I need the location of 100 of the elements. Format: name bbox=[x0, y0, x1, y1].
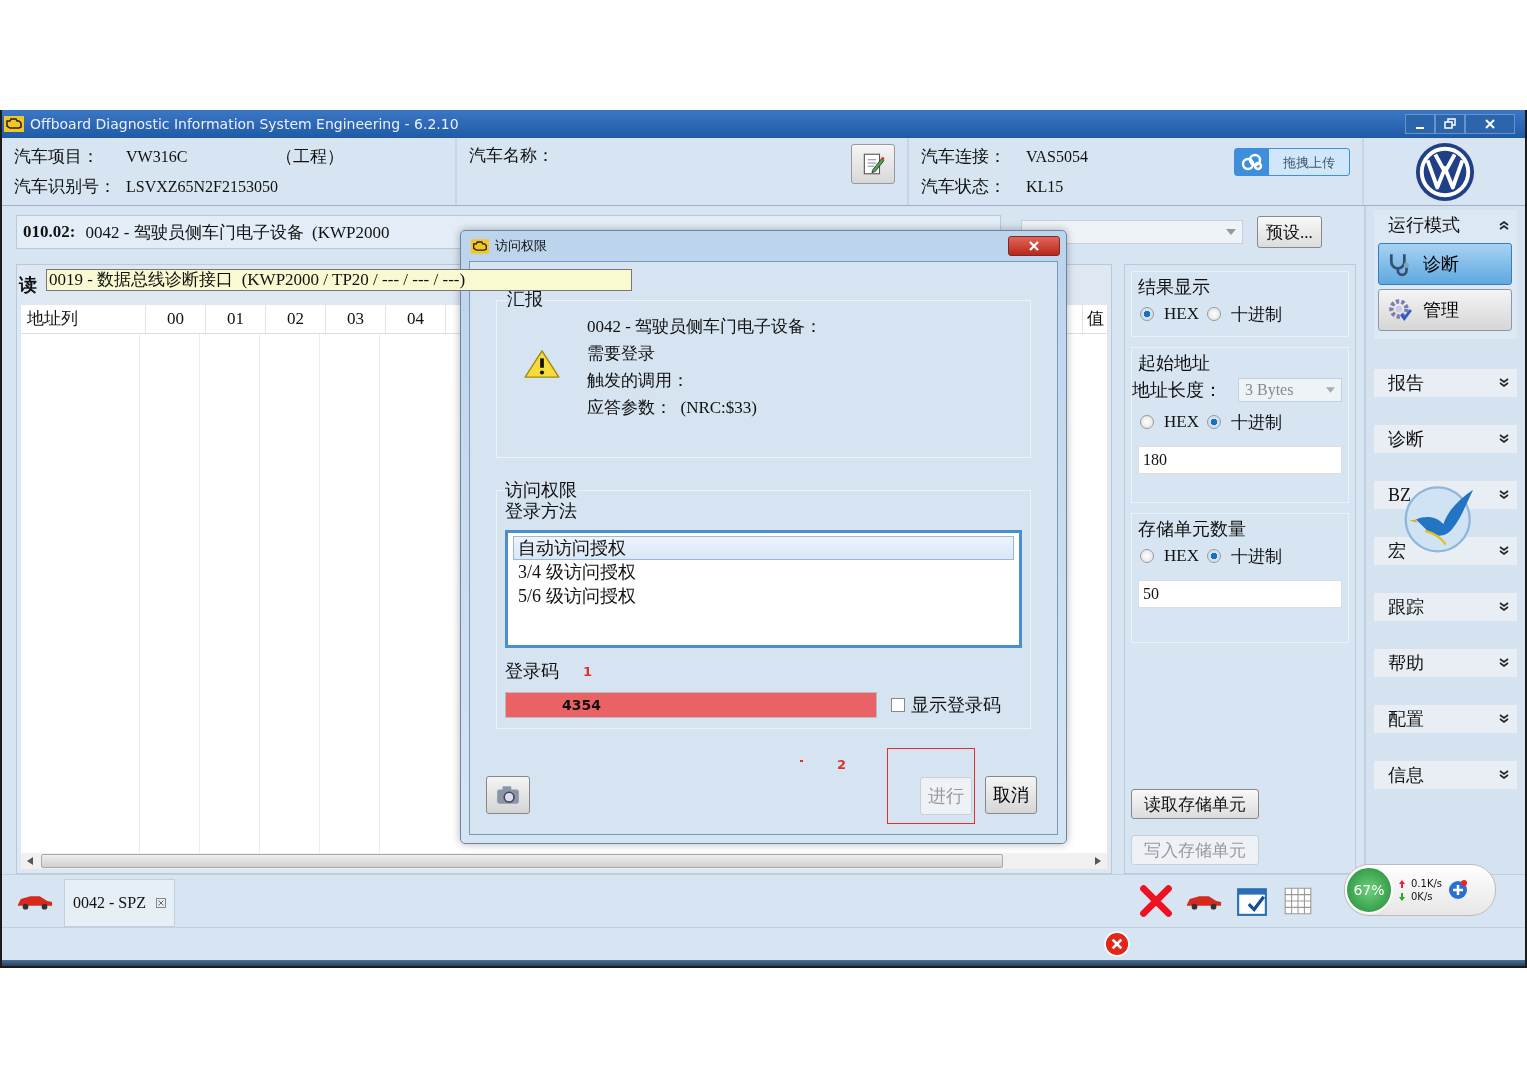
upload-arrow-icon bbox=[1399, 879, 1405, 888]
group-title: 汇报 bbox=[507, 289, 543, 309]
column-header: 地址列 bbox=[21, 305, 146, 333]
cross-icon[interactable] bbox=[1139, 884, 1173, 918]
group-title: 存储单元数量 bbox=[1138, 518, 1247, 540]
list-item[interactable]: 5/6 级访问授权 bbox=[513, 584, 1014, 608]
close-icon[interactable] bbox=[155, 898, 166, 908]
field-label: 登录码 bbox=[505, 660, 559, 683]
field-value: LSVXZ65N2F2153050 bbox=[126, 177, 278, 197]
restore-icon bbox=[1444, 118, 1456, 130]
address-field[interactable]: 180 bbox=[1138, 446, 1342, 474]
radio-label: 十进制 bbox=[1230, 545, 1282, 568]
caret-icon bbox=[1326, 387, 1335, 393]
sidebar-section[interactable]: 诊断 bbox=[1374, 425, 1517, 453]
field-value: KL15 bbox=[1026, 177, 1065, 197]
column-header: 01 bbox=[206, 305, 266, 333]
scroll-left-icon[interactable] bbox=[27, 857, 33, 865]
restore-button[interactable] bbox=[1435, 114, 1465, 134]
usage-gauge: 67% bbox=[1345, 866, 1393, 914]
checkbox-label: 显示登录码 bbox=[911, 694, 1001, 717]
field-label: 汽车状态： bbox=[921, 176, 1007, 198]
engine-icon bbox=[4, 116, 24, 132]
emblem-icon bbox=[1413, 140, 1476, 203]
field-value: VAS5054 bbox=[1026, 147, 1089, 167]
sidebar-section[interactable]: 配置 bbox=[1374, 705, 1517, 733]
column-header: 02 bbox=[266, 305, 326, 333]
warning-icon bbox=[523, 349, 561, 379]
close-icon bbox=[1028, 240, 1040, 252]
radio-button[interactable] bbox=[1206, 549, 1221, 563]
minimize-button[interactable] bbox=[1405, 114, 1435, 134]
list-item[interactable]: 自动访问授权 bbox=[513, 536, 1014, 560]
chevron-icon[interactable] bbox=[1499, 220, 1509, 230]
mode-button[interactable]: 管理 bbox=[1378, 289, 1512, 331]
cloud-icon bbox=[1240, 152, 1264, 172]
mode-button[interactable]: 诊断 bbox=[1378, 243, 1512, 285]
field-label: 汽车连接： bbox=[921, 146, 1007, 168]
close-icon bbox=[1484, 118, 1496, 130]
checklist-icon[interactable] bbox=[1235, 885, 1269, 917]
column-header: 00 bbox=[146, 305, 206, 333]
gear-icon bbox=[1387, 297, 1413, 323]
tab[interactable]: 0042 - SPZ bbox=[64, 879, 175, 927]
radio-button[interactable] bbox=[1140, 549, 1154, 563]
field-label: 地址长度： bbox=[1132, 379, 1223, 402]
field-value: VW316C bbox=[126, 147, 189, 167]
preset-button[interactable]: 预设... bbox=[1257, 216, 1322, 248]
count-field[interactable]: 50 bbox=[1138, 580, 1342, 608]
section-title: 运行模式 bbox=[1388, 214, 1460, 237]
dialog-button[interactable]: 取消 bbox=[985, 776, 1037, 814]
field-label: 汽车名称： bbox=[469, 145, 555, 167]
group-title: 访问权限 bbox=[505, 480, 577, 500]
group-title: 结果显示 bbox=[1138, 276, 1211, 298]
download-arrow-icon bbox=[1399, 892, 1405, 901]
radio-label: HEX bbox=[1164, 304, 1199, 324]
radio-button[interactable] bbox=[1206, 415, 1221, 429]
unit-description: 0042 - 驾驶员侧车门电子设备 (KWP2000 bbox=[85, 221, 390, 244]
error-icon[interactable] bbox=[1104, 931, 1130, 957]
field-note: （工程） bbox=[276, 146, 344, 168]
radio-label: 十进制 bbox=[1230, 303, 1282, 326]
message-line: 触发的调用： bbox=[587, 370, 690, 392]
scrollbar[interactable] bbox=[21, 853, 1107, 869]
upload-speed: 0.1K/s bbox=[1411, 878, 1443, 889]
message-line: 应答参数： (NRC:$33) bbox=[587, 397, 758, 419]
radio-label: HEX bbox=[1164, 412, 1199, 432]
sidebar-section[interactable]: 信息 bbox=[1374, 761, 1517, 789]
field-label: 汽车项目： bbox=[14, 146, 100, 168]
download-speed: 0K/s bbox=[1411, 891, 1433, 902]
sidebar-section[interactable]: 跟踪 bbox=[1374, 593, 1517, 621]
radio-label: 十进制 bbox=[1230, 411, 1282, 434]
group-title: 起始地址 bbox=[1138, 352, 1211, 374]
step-marker: 1 bbox=[583, 663, 593, 679]
caret-icon bbox=[1226, 229, 1236, 235]
list-item[interactable]: 3/4 级访问授权 bbox=[513, 560, 1014, 584]
checkbox[interactable] bbox=[891, 698, 905, 712]
engine-icon bbox=[471, 238, 489, 254]
scroll-right-icon[interactable] bbox=[1095, 857, 1101, 865]
edit-button[interactable] bbox=[851, 144, 895, 184]
radio-button[interactable] bbox=[1140, 307, 1154, 321]
sidebar-section[interactable]: 报告 bbox=[1374, 369, 1517, 397]
close-button[interactable] bbox=[1465, 114, 1515, 134]
sidebar-section[interactable]: 帮助 bbox=[1374, 649, 1517, 677]
message-line: 需要登录 bbox=[587, 343, 656, 365]
camera-button[interactable] bbox=[486, 776, 530, 814]
column-header: 04 bbox=[386, 305, 446, 333]
login-code-field[interactable]: 4354 bbox=[505, 692, 877, 718]
radio-label: HEX bbox=[1164, 546, 1199, 566]
unit-address: 010.02: bbox=[23, 222, 76, 242]
field-label: 汽车识别号： bbox=[14, 176, 117, 198]
upload-button[interactable]: 拖拽上传 bbox=[1234, 148, 1350, 176]
close-button[interactable] bbox=[1008, 236, 1060, 256]
radio-button[interactable] bbox=[1140, 415, 1154, 429]
window-title: Offboard Diagnostic Information System Engineering - 6.2.10 bbox=[30, 116, 459, 132]
minimize-icon bbox=[1416, 127, 1424, 129]
step-marker: 2 bbox=[837, 757, 847, 772]
action-button[interactable]: 读取存储单元 bbox=[1131, 789, 1259, 819]
list-label: 登录方法 bbox=[505, 500, 578, 522]
radio-button[interactable] bbox=[1206, 307, 1221, 321]
tooltip: 0019 - 数据总线诊断接口 (KWP2000 / TP20 / --- / --- / ---) bbox=[46, 269, 632, 291]
camera-icon bbox=[495, 784, 521, 806]
plus-icon[interactable] bbox=[1448, 880, 1469, 900]
column-header: 03 bbox=[326, 305, 386, 333]
